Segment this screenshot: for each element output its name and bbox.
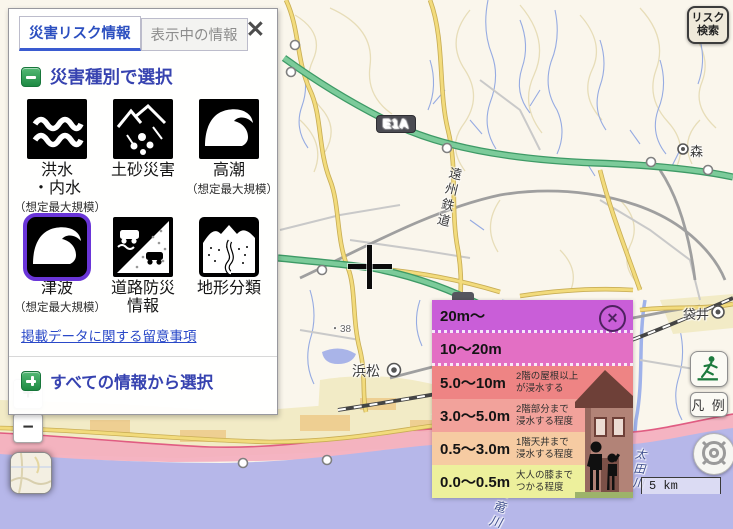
legend-desc: 2階部分まで 浸水する程度 <box>516 404 573 427</box>
hazard-note: （想定最大規模） <box>14 299 100 315</box>
compass-location-icon <box>699 438 729 471</box>
map-label-spot-height: ・38 <box>330 320 351 335</box>
legend-range: 10～20m <box>440 338 516 359</box>
legend-range: 0.5～3.0m <box>440 438 516 459</box>
minimap-toggle-button[interactable] <box>10 452 52 494</box>
map-label-hamamatsu: 浜松 <box>352 361 380 381</box>
legend-row: 10～20m <box>432 333 633 366</box>
map-label-mori: 森 <box>690 141 703 160</box>
legend-toggle-label: 凡 例 <box>691 395 727 414</box>
section-select-by-type[interactable]: 災害種別で選択 <box>21 64 277 89</box>
risk-search-button[interactable]: リスク 検索 <box>687 6 729 44</box>
legend-row: 5.0～10m 2階の屋根以上 が浸水する <box>432 366 633 399</box>
hazard-item-landslide[interactable]: 土砂災害 <box>100 97 186 215</box>
landslide-icon <box>113 99 173 159</box>
hazard-label: 地形分類 <box>186 280 272 298</box>
hazard-item-flood[interactable]: 洪水 ・内水 （想定最大規模） <box>14 97 100 215</box>
hazard-grid: 洪水 ・内水 （想定最大規模） 土砂災害 <box>9 97 277 317</box>
map-scale-bar: 5 km <box>641 477 721 494</box>
tab-label: 災害リスク情報 <box>29 26 131 42</box>
evacuation-site-button[interactable] <box>690 351 728 387</box>
data-notice-link[interactable]: 掲載データに関する留意事項 <box>21 325 197 345</box>
tsunami-icon <box>27 217 87 277</box>
legend-range: 20m～ <box>440 305 516 326</box>
plus-square-icon <box>21 371 41 391</box>
hazard-label: 高潮 <box>186 162 272 180</box>
zoom-out-button[interactable]: − <box>13 413 43 443</box>
legend-range: 3.0～5.0m <box>440 405 516 426</box>
tab-displayed-info[interactable]: 表示中の情報 <box>141 18 248 51</box>
panel-close-icon[interactable]: ✕ <box>246 19 265 39</box>
hazard-label: 洪水 ・内水 <box>14 162 100 198</box>
tab-label: 表示中の情報 <box>151 28 238 44</box>
hazard-item-terrain[interactable]: 地形分類 <box>186 215 272 317</box>
legend-desc: 1階天井まで 浸水する程度 <box>516 437 573 460</box>
risk-search-label: リスク 検索 <box>692 12 725 37</box>
legend-desc: 大人の膝まで つかる程度 <box>516 470 573 493</box>
disaster-risk-panel: 災害リスク情報 表示中の情報 ✕ 災害種別で選択 洪水 ・内水 （想定最大規模） <box>8 8 278 415</box>
scale-label: 5 km <box>649 479 678 493</box>
hazard-label: 道路防災 情報 <box>100 280 186 316</box>
expressway-badge: E1A <box>376 115 416 133</box>
terrain-icon <box>199 217 259 277</box>
map-label-fukuroi: 袋井 <box>683 304 709 323</box>
minimap-icon <box>11 481 51 494</box>
legend-desc: 2階の屋根以上 が浸水する <box>516 371 578 394</box>
hazard-map-app: E1A 森 袋井 浜松 遠州鉄道 天竜川 太田川 ・38 災害リスク情報 表示中… <box>0 0 733 529</box>
section-title: 災害種別で選択 <box>50 64 173 89</box>
section-title: すべての情報から選択 <box>50 369 213 393</box>
hazard-item-storm-surge[interactable]: 高潮 （想定最大規模） <box>186 97 272 215</box>
panel-tabs: 災害リスク情報 表示中の情報 ✕ <box>9 9 277 51</box>
minus-square-icon <box>21 67 41 87</box>
legend-row: 0.0～0.5m 大人の膝まで つかる程度 <box>432 465 633 498</box>
tsunami-depth-legend: ✕ 20m～ 10～20m 5.0～10m 2階の屋根以上 が浸水する 3.0～… <box>432 300 633 498</box>
map-center-crosshair-vertical <box>367 245 372 289</box>
storm-surge-icon <box>199 99 259 159</box>
hazard-item-tsunami[interactable]: 津波 （想定最大規模） <box>14 215 100 317</box>
hazard-label: 土砂災害 <box>100 162 186 180</box>
legend-range: 5.0～10m <box>440 372 516 393</box>
legend-toggle-button[interactable]: 凡 例 <box>690 392 728 417</box>
legend-close-icon[interactable]: ✕ <box>599 305 626 332</box>
location-compass-button[interactable] <box>693 433 733 475</box>
section-select-all[interactable]: すべての情報から選択 <box>21 369 277 393</box>
tab-disaster-risk-info[interactable]: 災害リスク情報 <box>19 16 141 51</box>
road-disaster-icon <box>113 217 173 277</box>
flood-icon <box>27 99 87 159</box>
hazard-note: （想定最大規模） <box>14 199 100 215</box>
legend-range: 0.0～0.5m <box>440 471 516 492</box>
hazard-label: 津波 <box>14 280 100 298</box>
zoom-out-label: − <box>22 417 33 439</box>
legend-row: 3.0～5.0m 2階部分まで 浸水する程度 <box>432 399 633 432</box>
legend-row: 0.5～3.0m 1階天井まで 浸水する程度 <box>432 432 633 465</box>
panel-divider <box>9 356 277 357</box>
hazard-item-road-disaster[interactable]: 道路防災 情報 <box>100 215 186 317</box>
evacuation-person-icon <box>695 354 723 385</box>
hazard-note: （想定最大規模） <box>186 181 272 197</box>
